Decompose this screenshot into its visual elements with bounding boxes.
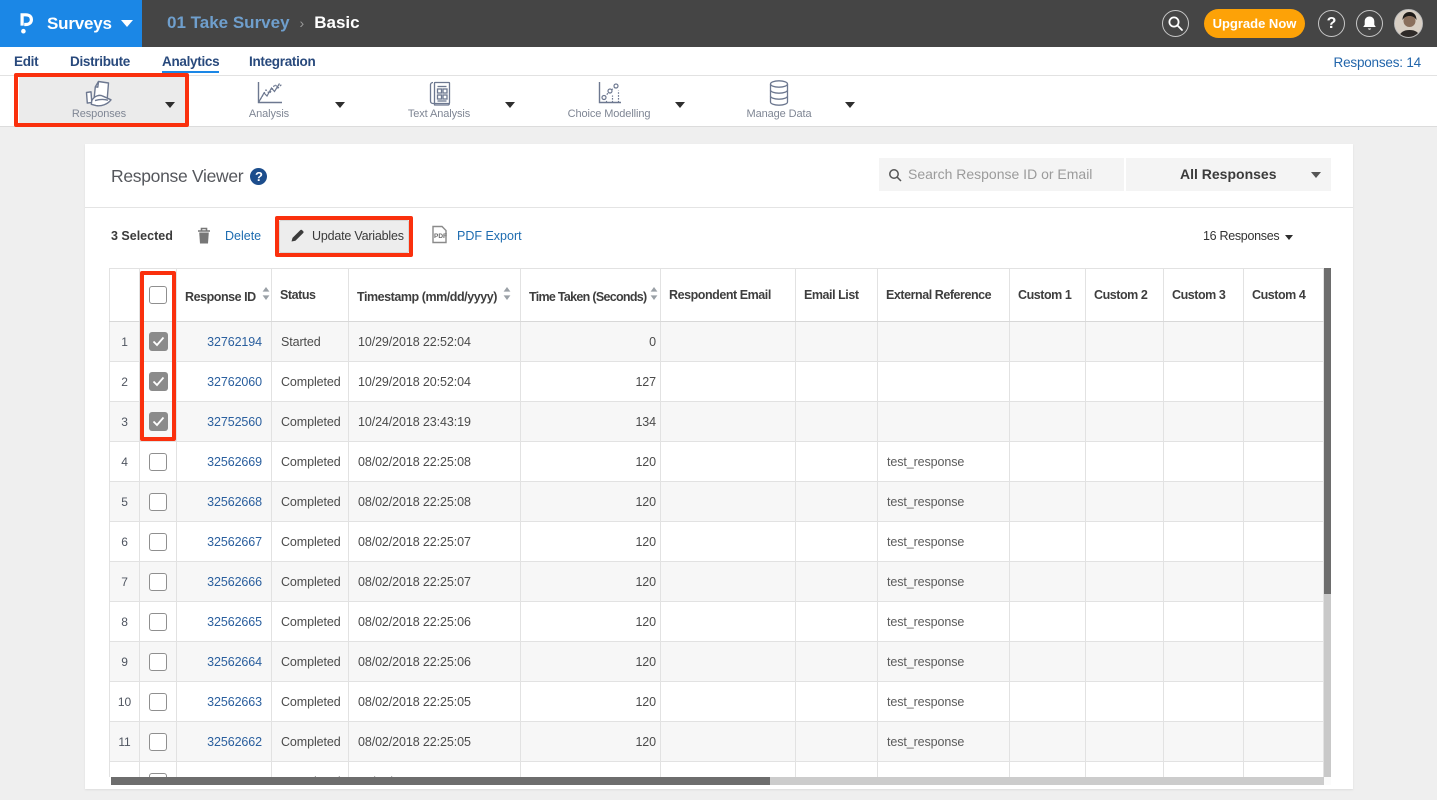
svg-text:PDF: PDF [434, 233, 447, 240]
